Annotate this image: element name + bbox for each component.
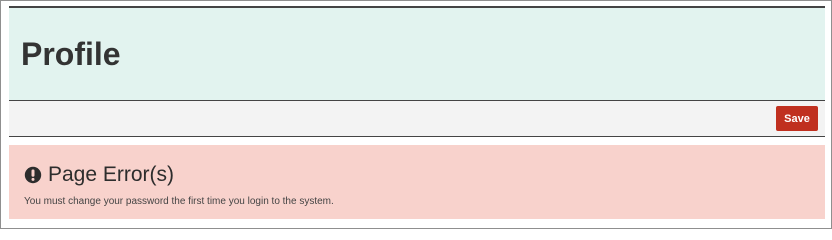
page-error-heading: Page Error(s)	[24, 162, 174, 188]
page-error-message: You must change your password the first …	[24, 196, 334, 207]
page-title: Profile	[21, 36, 121, 72]
exclamation-circle-icon	[24, 166, 42, 184]
screenshot-frame: Profile Save Page Error(s) You must chan…	[0, 0, 832, 229]
page-header: Profile	[9, 6, 825, 101]
page-error-alert: Page Error(s) You must change your passw…	[9, 145, 825, 219]
profile-panel: Profile Save Page Error(s) You must chan…	[9, 6, 825, 224]
page-error-title: Page Error(s)	[48, 163, 175, 186]
save-button[interactable]: Save	[776, 106, 818, 131]
action-toolbar: Save	[9, 101, 825, 137]
